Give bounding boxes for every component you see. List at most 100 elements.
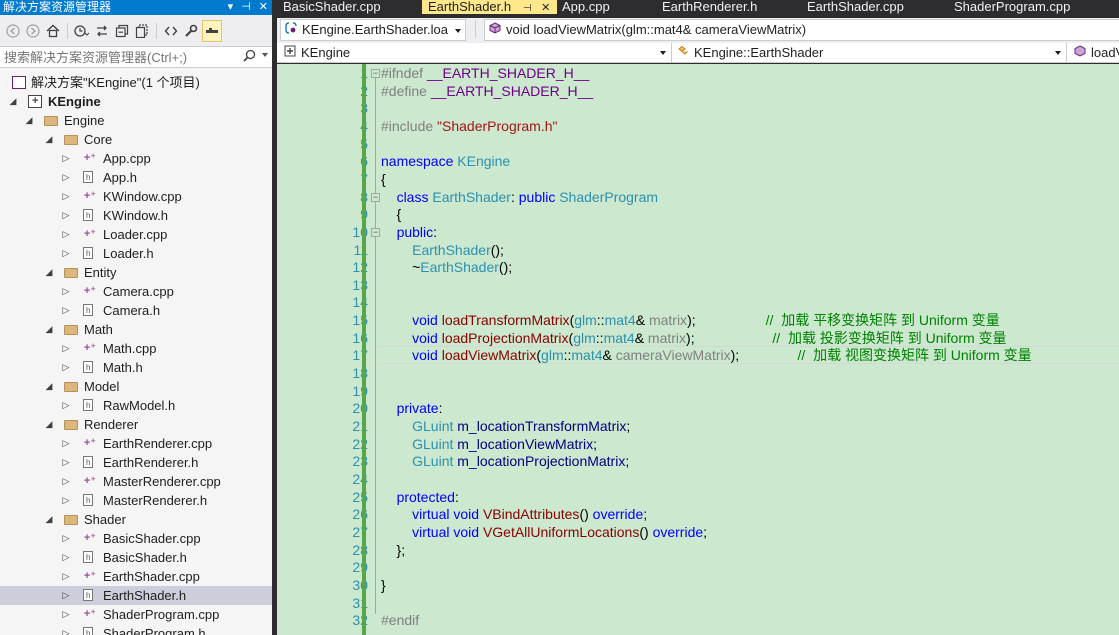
function-dropdown[interactable]: loadV xyxy=(1070,43,1119,63)
tree-item[interactable]: ▷ +⁺ MasterRenderer.cpp xyxy=(0,472,272,491)
project-dropdown[interactable]: KEngine xyxy=(280,43,672,63)
tree-item[interactable]: ▷ KWindow.h xyxy=(0,206,272,225)
tab-earthrenderer-h[interactable]: EarthRenderer.h xyxy=(656,0,796,14)
glyph-margin[interactable] xyxy=(277,64,298,635)
expanded-arrow-icon[interactable]: ◢ xyxy=(44,263,54,282)
collapsed-arrow-icon[interactable]: ▷ xyxy=(61,358,71,377)
code-line[interactable]: { xyxy=(381,171,386,189)
tree-item[interactable]: ▷ Loader.h xyxy=(0,244,272,263)
tree-item[interactable]: ▷ EarthRenderer.h xyxy=(0,453,272,472)
tree-item[interactable]: ▷ +⁺ Math.cpp xyxy=(0,339,272,358)
collapsed-arrow-icon[interactable]: ▷ xyxy=(61,472,71,491)
tab-shaderprogram-cpp[interactable]: ShaderProgram.cpp xyxy=(948,0,1119,14)
close-panel-icon[interactable]: ✕ xyxy=(259,0,268,15)
code-line[interactable]: #endif xyxy=(381,612,419,630)
forward-arrow-icon[interactable] xyxy=(24,20,42,42)
collapsed-arrow-icon[interactable]: ▷ xyxy=(61,301,71,320)
properties-wrench-icon[interactable] xyxy=(182,20,200,42)
tree-item[interactable]: ▷ +⁺ Loader.cpp xyxy=(0,225,272,244)
code-line[interactable]: virtual void VBindAttributes() override; xyxy=(381,506,647,524)
collapse-region-icon[interactable]: − xyxy=(371,193,380,202)
home-icon[interactable] xyxy=(44,20,62,42)
code-editor[interactable]: 1234567891011121314151617181920212223242… xyxy=(277,64,1119,635)
tab-basicshader-cpp[interactable]: BasicShader.cpp xyxy=(277,0,415,14)
expanded-arrow-icon[interactable]: ◢ xyxy=(44,377,54,396)
tree-item[interactable]: ▷ BasicShader.h xyxy=(0,548,272,567)
code-line[interactable]: void loadTransformMatrix(glm::mat4& matr… xyxy=(381,312,1000,330)
collapsed-arrow-icon[interactable]: ▷ xyxy=(61,605,71,624)
pending-changes-filter-icon[interactable] xyxy=(73,20,91,42)
expanded-arrow-icon[interactable]: ◢ xyxy=(44,320,54,339)
tree-item[interactable]: ▷ Math.h xyxy=(0,358,272,377)
tree-item[interactable]: ▷ +⁺ EarthRenderer.cpp xyxy=(0,434,272,453)
tree-item[interactable]: ▷ ShaderProgram.h xyxy=(0,624,272,635)
code-line[interactable]: } xyxy=(381,577,386,595)
code-line[interactable]: virtual void VGetAllUniformLocations() o… xyxy=(381,524,707,542)
type-scope-dropdown[interactable]: KEngine.EarthShader.loa xyxy=(280,19,466,41)
collapsed-arrow-icon[interactable]: ▷ xyxy=(61,491,71,510)
tree-item[interactable]: ◢ Renderer xyxy=(0,415,272,434)
tree-item[interactable]: ◢ Entity xyxy=(0,263,272,282)
code-line[interactable]: namespace KEngine xyxy=(381,153,510,171)
collapsed-arrow-icon[interactable]: ▷ xyxy=(61,567,71,586)
code-line[interactable]: void loadViewMatrix(glm::mat4& cameraVie… xyxy=(381,347,1032,365)
search-icon[interactable] xyxy=(243,49,256,65)
close-tab-icon[interactable]: ✕ xyxy=(541,2,550,14)
collapsed-arrow-icon[interactable]: ▷ xyxy=(61,206,71,225)
scope-dropdown[interactable]: KEngine::EarthShader xyxy=(673,43,1067,63)
collapsed-arrow-icon[interactable]: ▷ xyxy=(61,453,71,472)
tree-item[interactable]: ▷ App.h xyxy=(0,168,272,187)
code-line[interactable]: { xyxy=(381,206,402,224)
collapsed-arrow-icon[interactable]: ▷ xyxy=(61,149,71,168)
tab-app-cpp[interactable]: App.cpp xyxy=(556,0,656,14)
collapsed-arrow-icon[interactable]: ▷ xyxy=(61,339,71,358)
solution-search-input[interactable] xyxy=(0,47,235,67)
collapsed-arrow-icon[interactable]: ▷ xyxy=(61,168,71,187)
code-line[interactable]: GLuint m_locationTransformMatrix; xyxy=(381,418,630,436)
show-all-files-icon[interactable] xyxy=(133,20,151,42)
tree-item[interactable]: ▷ EarthShader.h xyxy=(0,586,272,605)
collapse-region-icon[interactable]: − xyxy=(371,69,380,78)
tab-earthshader-h[interactable]: EarthShader.h ⊣ ✕ xyxy=(422,0,557,14)
collapsed-arrow-icon[interactable]: ▷ xyxy=(61,624,71,635)
tree-item[interactable]: ▷ RawModel.h xyxy=(0,396,272,415)
back-arrow-icon[interactable] xyxy=(4,20,22,42)
tree-item[interactable]: ▷ Camera.h xyxy=(0,301,272,320)
collapse-region-icon[interactable]: − xyxy=(371,228,380,237)
collapsed-arrow-icon[interactable]: ▷ xyxy=(61,586,71,605)
expanded-arrow-icon[interactable]: ◢ xyxy=(44,415,54,434)
tree-item[interactable]: ▷ +⁺ ShaderProgram.cpp xyxy=(0,605,272,624)
collapsed-arrow-icon[interactable]: ▷ xyxy=(61,225,71,244)
pin-tab-icon[interactable]: ⊣ xyxy=(523,3,532,14)
tree-item[interactable]: ▷ +⁺ BasicShader.cpp xyxy=(0,529,272,548)
collapsed-arrow-icon[interactable]: ▷ xyxy=(61,244,71,263)
expanded-arrow-icon[interactable]: ◢ xyxy=(44,510,54,529)
collapsed-arrow-icon[interactable]: ▷ xyxy=(61,434,71,453)
collapsed-arrow-icon[interactable]: ▷ xyxy=(61,396,71,415)
collapsed-arrow-icon[interactable]: ▷ xyxy=(61,548,71,567)
tree-item[interactable]: ▷ +⁺ Camera.cpp xyxy=(0,282,272,301)
tree-item[interactable]: 解决方案"KEngine"(1 个项目) xyxy=(0,73,272,92)
window-position-dropdown-icon[interactable]: ▾ xyxy=(228,0,234,15)
tree-item[interactable]: ▷ +⁺ App.cpp xyxy=(0,149,272,168)
tree-item[interactable]: ◢ KEngine xyxy=(0,92,272,111)
code-line[interactable]: #include "ShaderProgram.h" xyxy=(381,118,558,136)
member-dropdown[interactable]: void loadViewMatrix(glm::mat4& cameraVie… xyxy=(484,19,1119,41)
code-line[interactable]: class EarthShader: public ShaderProgram xyxy=(381,189,658,207)
code-line[interactable]: #define __EARTH_SHADER_H__ xyxy=(381,83,593,101)
collapse-all-icon[interactable] xyxy=(113,20,131,42)
tree-item[interactable]: ▷ +⁺ KWindow.cpp xyxy=(0,187,272,206)
code-line[interactable]: ~EarthShader(); xyxy=(381,259,512,277)
tree-item[interactable]: ◢ Core xyxy=(0,130,272,149)
tree-item[interactable]: ▷ +⁺ EarthShader.cpp xyxy=(0,567,272,586)
tree-item[interactable]: ▷ MasterRenderer.h xyxy=(0,491,272,510)
collapsed-arrow-icon[interactable]: ▷ xyxy=(61,282,71,301)
expanded-arrow-icon[interactable]: ◢ xyxy=(24,111,34,130)
tree-item[interactable]: ◢ Shader xyxy=(0,510,272,529)
code-line[interactable]: void loadProjectionMatrix(glm::mat4& mat… xyxy=(381,330,1006,348)
tree-item[interactable]: ◢ Math xyxy=(0,320,272,339)
collapsed-arrow-icon[interactable]: ▷ xyxy=(61,187,71,206)
code-line[interactable]: GLuint m_locationProjectionMatrix; xyxy=(381,453,629,471)
expanded-arrow-icon[interactable]: ◢ xyxy=(44,130,54,149)
code-line[interactable]: private: xyxy=(381,400,443,418)
